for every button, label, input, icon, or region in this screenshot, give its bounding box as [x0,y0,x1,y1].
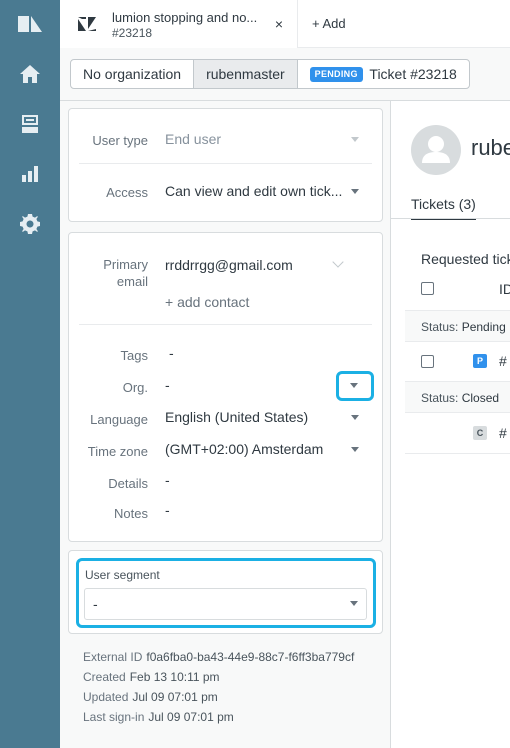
tab-bar: lumion stopping and no... #23218 × + Add [60,0,510,49]
tab-title: lumion stopping and no... [112,10,258,25]
contact-details-card: Primary email rrddrrgg@gmail.com + add co… [68,232,383,542]
add-contact-link[interactable]: + add contact [165,294,249,310]
status-badge: P [473,354,487,368]
last-signin-label: Last sign-in [83,710,145,724]
reports-icon[interactable] [18,162,42,186]
status-value: Closed [461,391,500,405]
ticket-link[interactable]: # [499,425,507,441]
requested-tickets-heading: Requested tick [421,251,510,267]
updated-row: Updated Jul 09 07:01 pm [83,690,218,704]
notes-label: Notes [114,506,148,521]
external-id-label: External ID [83,650,143,664]
ticket-tab[interactable]: lumion stopping and no... #23218 × [60,0,298,49]
select-all-checkbox[interactable] [421,282,434,295]
access-select[interactable]: Can view and edit own tick... [165,183,342,199]
status-label: Status: [421,391,459,405]
timezone-label: Time zone [87,444,148,459]
caret-down-icon [350,383,358,388]
tags-label: Tags [120,348,148,363]
divider [79,324,372,325]
timezone-caret-icon[interactable] [351,447,359,452]
tab-subtitle: #23218 [112,26,153,40]
ticket-link[interactable]: # [499,353,507,369]
user-properties-pane: User type End user Access Can view and e… [60,101,391,748]
tags-input[interactable]: - [169,345,174,361]
status-group-closed: Status: Closed [405,381,510,413]
ticket-tab-icon [78,17,96,31]
settings-icon[interactable] [18,212,42,236]
user-segment-highlight: User segment - [76,558,376,628]
divider [79,163,372,164]
breadcrumb-ticket[interactable]: PENDING Ticket #23218 [298,60,469,88]
id-column-header[interactable]: ID [499,281,510,297]
status-group-pending: Status: Pending [405,310,510,342]
user-type-label: User type [92,133,148,148]
add-tab-button[interactable]: + Add [312,16,346,31]
divider [405,453,510,454]
user-avatar-icon [411,125,461,175]
tab-tickets[interactable]: Tickets (3) [411,196,476,220]
user-type-card: User type End user Access Can view and e… [68,108,383,222]
details-input[interactable]: - [165,472,170,488]
org-dropdown-button[interactable] [336,371,374,401]
language-caret-icon[interactable] [351,415,359,420]
details-label: Details [108,476,148,491]
user-type-select[interactable]: End user [165,131,221,147]
created-label: Created [83,670,126,684]
last-signin-row: Last sign-in Jul 09 07:01 pm [83,710,234,724]
status-group-label: Status: Closed [421,391,499,405]
caret-down-icon [350,601,358,606]
notes-input[interactable]: - [165,502,170,518]
org-value[interactable]: - [165,377,170,393]
breadcrumb-organization[interactable]: No organization [71,60,195,88]
breadcrumb-bar: No organization rubenmaster PENDING Tick… [60,48,510,101]
language-label: Language [90,412,148,427]
user-segment-value: - [93,596,98,612]
chevron-down-icon[interactable] [332,256,344,268]
zendesk-logo-icon[interactable] [18,12,42,36]
user-name: rube [471,135,510,160]
created-row: Created Feb 13 10:11 pm [83,670,220,684]
user-segment-label: User segment [85,568,160,582]
views-icon[interactable] [18,112,42,136]
user-profile-pane: rube Tickets (3) Requested tick ID Statu… [391,101,510,748]
user-type-caret-icon[interactable] [351,137,359,142]
home-icon[interactable] [18,62,42,86]
org-label: Org. [122,380,148,395]
breadcrumb-ticket-label: Ticket #23218 [369,66,457,82]
external-id-value: f0a6fba0-ba43-44e9-88c7-f6ff3ba779cf [146,650,355,664]
updated-value: Jul 09 07:01 pm [132,690,218,704]
timezone-select[interactable]: (GMT+02:00) Amsterdam [165,441,323,457]
user-segment-card: User segment - [68,550,383,634]
created-value: Feb 13 10:11 pm [129,670,220,684]
breadcrumb-user[interactable]: rubenmaster [194,60,298,88]
left-nav [0,0,60,748]
primary-email-value[interactable]: rrddrrgg@gmail.com [165,257,293,273]
ticket-row-checkbox[interactable] [421,355,434,368]
divider [391,218,510,219]
close-tab-icon[interactable]: × [275,16,283,32]
external-id-row: External ID f0a6fba0-ba43-44e9-88c7-f6ff3… [83,650,354,664]
status-label: Status: [421,320,459,334]
last-signin-value: Jul 09 07:01 pm [148,710,234,724]
access-caret-icon[interactable] [351,189,359,194]
breadcrumb: No organization rubenmaster PENDING Tick… [70,59,470,89]
primary-email-label-line2: email [116,274,148,289]
status-badge: C [473,426,487,440]
primary-email-label-line1: Primary [103,257,148,272]
status-value: Pending [461,320,506,334]
primary-email-label: Primary email [103,256,148,290]
status-badge: PENDING [309,67,363,82]
language-select[interactable]: English (United States) [165,409,308,425]
user-segment-select[interactable]: - [84,588,367,620]
status-group-label: Status: Pending [421,320,506,334]
updated-label: Updated [83,690,129,704]
access-label: Access [106,185,148,200]
